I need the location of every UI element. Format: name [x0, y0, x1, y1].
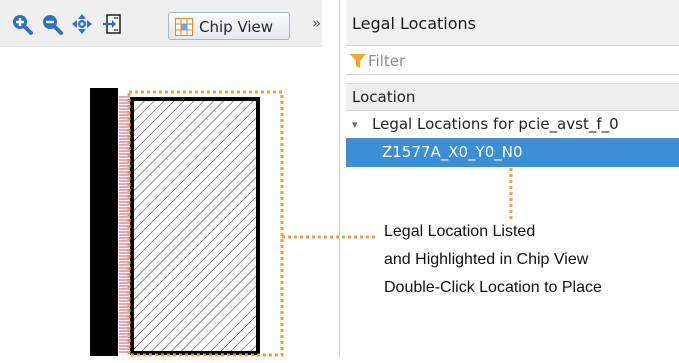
location-column-header[interactable]: Location — [346, 83, 679, 111]
fit-view-icon[interactable] — [101, 12, 125, 36]
chip-view-label: Chip View — [199, 18, 274, 36]
legal-locations-title-bar: Legal Locations — [346, 0, 679, 46]
location-row-selected[interactable]: Z1577A_X0_Y0_N0 — [346, 138, 679, 167]
chip-region[interactable] — [130, 97, 260, 355]
chip-canvas[interactable] — [0, 46, 322, 358]
panel-title: Legal Locations — [352, 14, 476, 33]
chip-view-pane: Chip View » — [0, 0, 322, 358]
location-column-label: Location — [352, 88, 416, 106]
chip-drawing — [90, 88, 260, 356]
callout-line-2: and Highlighted in Chip View — [384, 251, 589, 268]
zoom-out-icon[interactable] — [40, 12, 64, 36]
collapse-arrow-icon[interactable]: ▾ — [352, 118, 358, 131]
pane-splitter[interactable] — [339, 0, 340, 358]
chip-grid-icon — [175, 18, 193, 36]
tree-group-row[interactable]: ▾ Legal Locations for pcie_avst_f_0 — [346, 112, 679, 138]
filter-icon — [350, 54, 366, 68]
pan-icon[interactable] — [70, 12, 94, 36]
zoom-in-icon[interactable] — [10, 12, 34, 36]
location-label: Z1577A_X0_Y0_N0 — [382, 143, 523, 161]
io-pins — [119, 96, 130, 353]
filter-input[interactable] — [368, 50, 668, 72]
callout-line-1: Legal Location Listed — [384, 223, 536, 240]
filter-row — [346, 47, 679, 75]
callout-line-3: Double-Click Location to Place — [384, 279, 602, 296]
legal-locations-pane: Legal Locations Location ▾ Legal Locatio… — [346, 0, 679, 358]
chip-view-toolbar: Chip View » — [0, 0, 322, 46]
chip-view-button[interactable]: Chip View — [168, 12, 290, 40]
toolbar-overflow-button[interactable]: » — [312, 14, 321, 32]
tree-group-label: Legal Locations for pcie_avst_f_0 — [372, 115, 619, 133]
io-bank-strip — [90, 88, 118, 356]
